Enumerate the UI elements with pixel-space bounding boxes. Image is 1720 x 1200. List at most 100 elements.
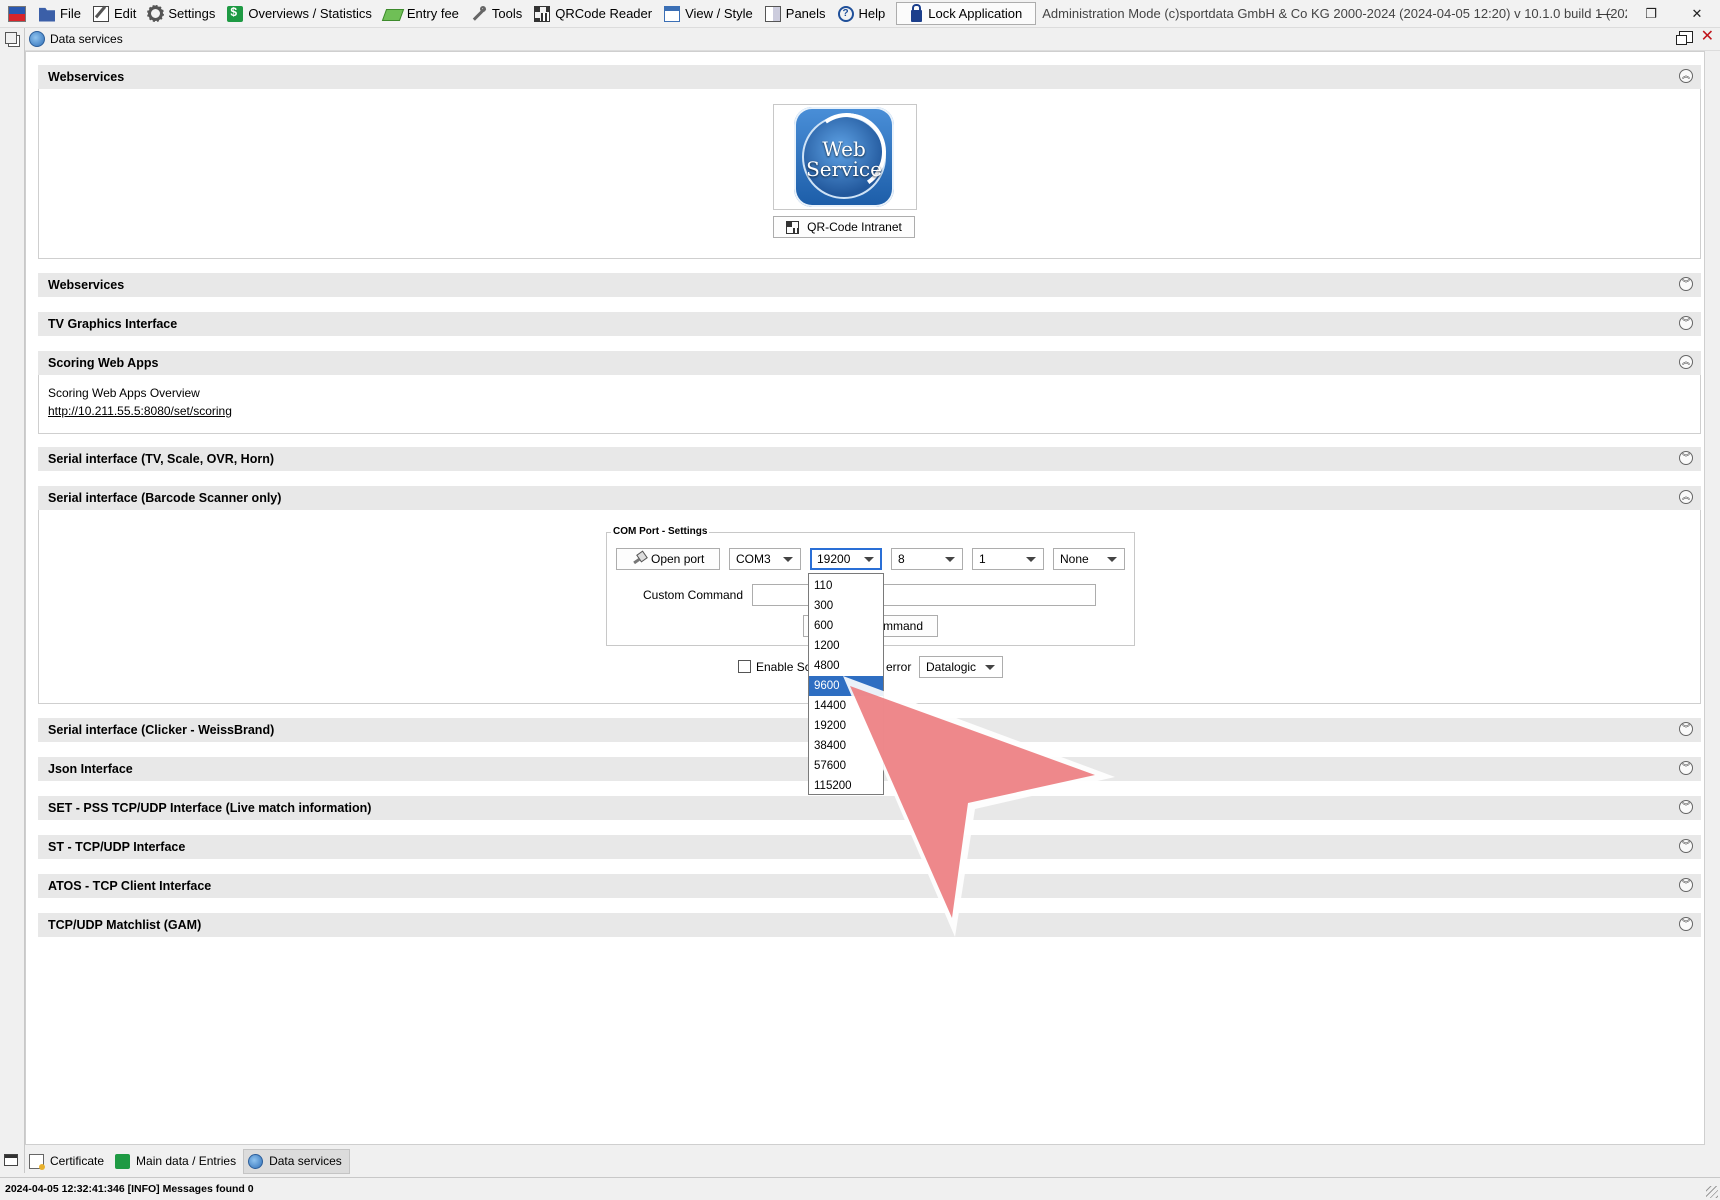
expand-section-icon[interactable]: ︾ — [1679, 839, 1693, 853]
section-header-atos-tcp[interactable]: ATOS - TCP Client Interface ︾ — [38, 874, 1701, 898]
open-port-button[interactable]: Open port — [616, 548, 720, 570]
menu-tools[interactable]: Tools — [466, 2, 529, 25]
baud-option-38400[interactable]: 38400 — [809, 736, 883, 756]
baud-option-14400[interactable]: 14400 — [809, 696, 883, 716]
expand-section-icon[interactable]: ︾ — [1679, 722, 1693, 736]
com-port-settings-label: COM Port - Settings — [611, 526, 710, 537]
section-header-st-tcp[interactable]: ST - TCP/UDP Interface ︾ — [38, 835, 1701, 859]
menu-bar: File Edit Settings Overviews / Statistic… — [0, 0, 1720, 28]
custom-command-label: Custom Command — [643, 588, 744, 602]
lock-icon — [911, 3, 923, 22]
collapse-section-icon[interactable]: ︽ — [1679, 69, 1693, 83]
gear-icon — [147, 5, 165, 22]
section-header-tv-graphics[interactable]: TV Graphics Interface ︾ — [38, 312, 1701, 336]
qr-code-icon — [534, 5, 551, 22]
web-service-logo-icon: Web Service — [794, 106, 894, 207]
resize-grip-icon[interactable] — [1706, 1186, 1718, 1198]
tab-certificate[interactable]: Certificate — [25, 1150, 111, 1173]
com-port-select[interactable]: COM3 — [729, 548, 801, 570]
section-body-scoring-web-apps — [38, 375, 1701, 434]
collapse-section-icon[interactable]: ︽ — [1679, 490, 1693, 504]
menu-panels[interactable]: Panels — [760, 2, 833, 25]
menu-help[interactable]: ? Help — [833, 2, 893, 25]
lock-application-button[interactable]: Lock Application — [896, 2, 1037, 25]
window-icon — [664, 5, 681, 22]
expand-section-icon[interactable]: ︾ — [1679, 917, 1693, 931]
baud-option-9600[interactable]: 9600 — [809, 676, 883, 696]
folder-icon — [39, 7, 55, 22]
menu-view-style[interactable]: View / Style — [659, 2, 760, 25]
expand-section-icon[interactable]: ︾ — [1679, 277, 1693, 291]
copy-windows-icon[interactable] — [5, 32, 17, 44]
section-header-webservices[interactable]: Webservices ︾ — [38, 273, 1701, 297]
custom-command-input[interactable] — [752, 584, 1096, 606]
menu-entry-fee[interactable]: Entry fee — [379, 2, 466, 25]
maximize-button[interactable]: ❐ — [1628, 0, 1674, 27]
data-bits-select[interactable]: 8 — [891, 548, 963, 570]
stop-bits-select[interactable]: 1 — [972, 548, 1044, 570]
collapse-section-icon[interactable]: ︽ — [1679, 355, 1693, 369]
baud-option-115200[interactable]: 115200 — [809, 776, 883, 796]
money-icon — [381, 9, 405, 21]
parity-select[interactable]: None — [1053, 548, 1125, 570]
restore-frame-icon[interactable] — [1675, 31, 1693, 45]
enable-scanner-checkbox[interactable] — [738, 660, 751, 673]
baud-option-110[interactable]: 110 — [809, 576, 883, 596]
close-window-button[interactable]: ✕ — [1674, 0, 1720, 27]
qr-code-icon — [786, 220, 800, 234]
tab-main-data-entries[interactable]: Main data / Entries — [111, 1150, 243, 1173]
window-controls: — ❐ ✕ — [1582, 0, 1720, 27]
menu-settings[interactable]: Settings — [143, 2, 222, 25]
minimize-button[interactable]: — — [1582, 0, 1628, 27]
expand-section-icon[interactable]: ︾ — [1679, 451, 1693, 465]
section-header-serial-barcode[interactable]: Serial interface (Barcode Scanner only) … — [38, 486, 1701, 510]
section-header-set-pss[interactable]: SET - PSS TCP/UDP Interface (Live match … — [38, 796, 1701, 820]
scoring-overview-label: Scoring Web Apps Overview — [48, 386, 200, 400]
scoring-overview-link[interactable]: http://10.211.55.5:8080/set/scoring — [48, 404, 232, 418]
qr-code-intranet-button[interactable]: QR-Code Intranet — [773, 216, 915, 238]
status-message: 2024-04-05 12:32:41:346 [INFO] Messages … — [5, 1183, 254, 1195]
menu-overviews-statistics[interactable]: Overviews / Statistics — [222, 2, 379, 25]
baud-rate-dropdown-list[interactable]: 110 300 600 1200 4800 9600 14400 19200 3… — [808, 573, 884, 795]
baud-option-300[interactable]: 300 — [809, 596, 883, 616]
menu-qrcode-reader[interactable]: QRCode Reader — [529, 2, 659, 25]
expand-section-icon[interactable]: ︾ — [1679, 316, 1693, 330]
baud-option-1200[interactable]: 1200 — [809, 636, 883, 656]
statistics-icon — [227, 5, 244, 22]
tab-data-services[interactable]: Data services — [243, 1148, 350, 1174]
expand-section-icon[interactable]: ︾ — [1679, 761, 1693, 775]
baud-rate-select[interactable]: 19200 — [810, 548, 882, 570]
expand-section-icon[interactable]: ︾ — [1679, 878, 1693, 892]
plug-icon — [631, 552, 645, 566]
bottom-tab-bar: Certificate Main data / Entries Data ser… — [25, 1148, 350, 1174]
frame-title: Data services — [50, 32, 123, 46]
left-rail — [0, 28, 25, 1173]
baud-option-57600[interactable]: 57600 — [809, 756, 883, 776]
vertical-scrollbar[interactable] — [1705, 51, 1720, 1145]
section-header-webservices-expanded[interactable]: Webservices ︽ — [38, 65, 1701, 89]
menu-file[interactable]: File — [34, 2, 88, 25]
edit-icon — [92, 5, 109, 22]
baud-option-4800[interactable]: 4800 — [809, 656, 883, 676]
statistics-icon — [115, 1153, 131, 1169]
section-header-tcp-matchlist[interactable]: TCP/UDP Matchlist (GAM) ︾ — [38, 913, 1701, 937]
app-logo-icon — [8, 5, 26, 22]
help-icon: ? — [837, 5, 854, 22]
section-header-scoring-web-apps[interactable]: Scoring Web Apps ︽ — [38, 351, 1701, 375]
menu-edit[interactable]: Edit — [88, 2, 143, 25]
admin-mode-text: Administration Mode (c)sportdata GmbH & … — [1042, 6, 1628, 21]
section-header-serial-tv[interactable]: Serial interface (TV, Scale, OVR, Horn) … — [38, 447, 1701, 471]
certificate-icon — [29, 1153, 45, 1170]
close-frame-icon[interactable]: ✕ — [1701, 29, 1714, 45]
baud-option-19200[interactable]: 19200 — [809, 716, 883, 736]
expand-section-icon[interactable]: ︾ — [1679, 800, 1693, 814]
error-label: error — [886, 660, 912, 674]
internal-frame-header: Data services ✕ — [25, 28, 1720, 51]
baud-option-600[interactable]: 600 — [809, 616, 883, 636]
status-bar: 2024-04-05 12:32:41:346 [INFO] Messages … — [0, 1177, 1720, 1200]
web-service-button[interactable]: Web Service — [773, 104, 917, 210]
window-list-icon[interactable] — [4, 1154, 18, 1166]
scanner-type-select[interactable]: Datalogic — [919, 656, 1003, 678]
data-services-icon — [29, 31, 45, 47]
data-services-icon — [248, 1153, 264, 1169]
